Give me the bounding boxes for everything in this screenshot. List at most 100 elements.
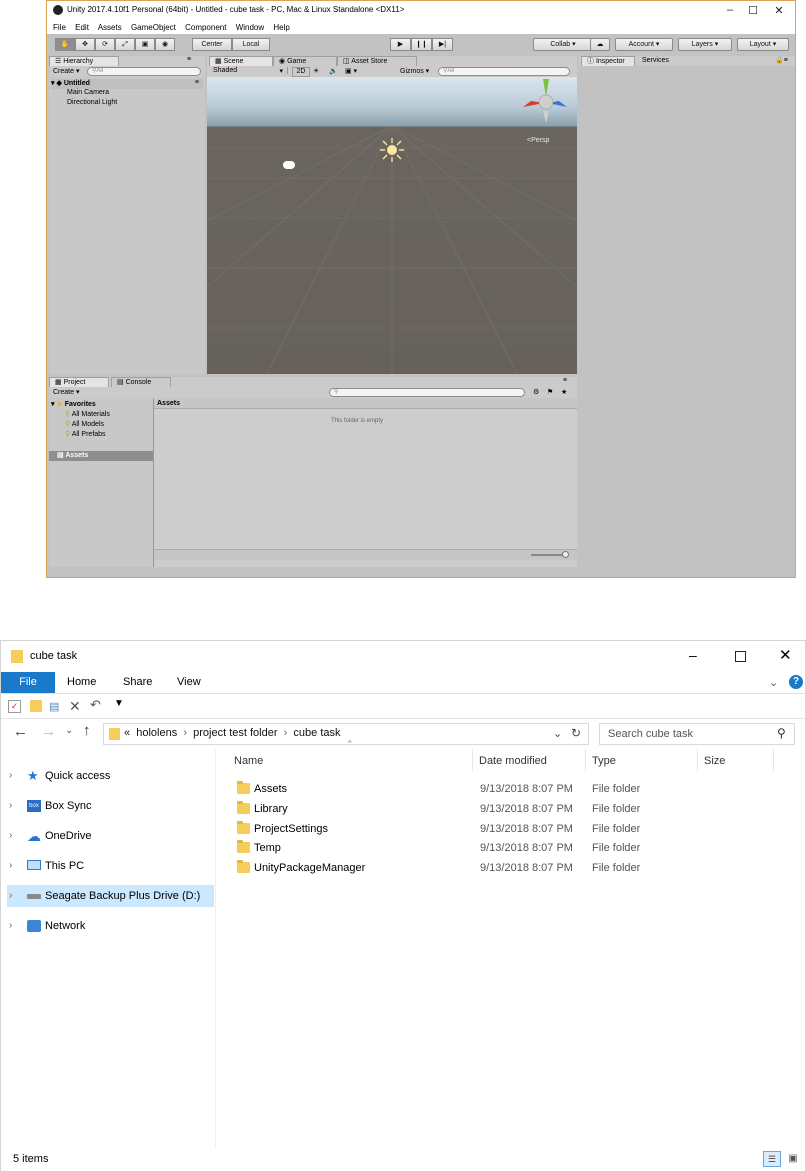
project-create-button[interactable]: Create ▾ (53, 388, 79, 396)
tab-game[interactable]: ◉ Game (273, 56, 337, 66)
explorer-close-icon[interactable]: ✕ (779, 646, 792, 664)
column-divider[interactable] (472, 749, 473, 771)
file-row[interactable]: UnityPackageManager 9/13/2018 8:07 PM Fi… (231, 858, 791, 878)
breadcrumb-overflow[interactable]: « (124, 727, 130, 739)
center-button[interactable]: Center (192, 38, 232, 51)
move-tool-icon[interactable]: ✥ (75, 38, 95, 51)
menu-gameobject[interactable]: GameObject (131, 23, 176, 32)
step-icon[interactable]: ▶| (432, 38, 453, 51)
maximize-icon[interactable]: ☐ (743, 4, 763, 17)
hierarchy-search-input[interactable]: ⚲All (87, 67, 201, 76)
perspective-label[interactable]: <Persp (527, 137, 549, 144)
play-icon[interactable]: ▶ (390, 38, 411, 51)
scale-tool-icon[interactable]: ⤢ (115, 38, 135, 51)
breadcrumb-cube-task[interactable]: cube task (293, 727, 340, 739)
column-header-date-modified[interactable]: Date modified (479, 753, 547, 769)
customize-qat-icon[interactable]: ▼ (114, 698, 124, 709)
back-arrow-icon[interactable]: ← (13, 723, 28, 740)
recent-locations-icon[interactable]: ⌄ (65, 725, 73, 736)
filter-type-icon[interactable]: ⚙ (533, 388, 539, 396)
gizmos-dropdown[interactable]: Gizmos ▾ (400, 67, 429, 75)
project-search-input[interactable]: ⚲ (329, 388, 525, 397)
sidebar-item-onedrive[interactable]: › ☁ OneDrive (7, 825, 214, 847)
favorites-header[interactable]: ▾ ★ Favorites (51, 400, 96, 408)
breadcrumb-project-test-folder[interactable]: project test folder (193, 727, 277, 739)
explorer-minimize-icon[interactable]: – (689, 647, 697, 663)
expand-chevron-icon[interactable]: › (9, 915, 12, 937)
layout-button[interactable]: Layout ▾ (737, 38, 789, 51)
search-input[interactable]: Search cube task ⚲ (599, 723, 795, 745)
account-button[interactable]: Account ▾ (615, 38, 673, 51)
scene-root-item[interactable]: ▾ ◆ Untitled ≡ (51, 79, 203, 89)
light-gizmo-icon[interactable] (379, 137, 405, 163)
scene-audio-icon[interactable]: 🔈 (329, 67, 338, 75)
column-header-size[interactable]: Size (704, 753, 725, 769)
explorer-maximize-icon[interactable] (735, 651, 746, 662)
sidebar-item-this-pc[interactable]: › This PC (7, 855, 214, 877)
breadcrumb-hololens[interactable]: hololens (136, 727, 177, 739)
scene-lighting-icon[interactable]: ☀ (313, 67, 319, 75)
scene-effects-icon[interactable]: ▣ ▾ (345, 67, 357, 75)
up-arrow-icon[interactable]: ↑ (83, 722, 91, 739)
expand-chevron-icon[interactable]: › (9, 795, 12, 817)
scene-search-input[interactable]: ⚲All (438, 67, 570, 76)
menu-edit[interactable]: Edit (75, 23, 89, 32)
search-icon[interactable]: ⚲ (777, 726, 786, 740)
rotate-tool-icon[interactable]: ⟳ (95, 38, 115, 51)
expand-chevron-icon[interactable]: › (9, 825, 12, 847)
ribbon-expand-icon[interactable]: ⌄ (769, 676, 778, 689)
sidebar-item-seagate-drive[interactable]: › Seagate Backup Plus Drive (D:) (7, 885, 214, 907)
hierarchy-create-button[interactable]: Create ▾ (53, 67, 79, 75)
orientation-gizmo-icon[interactable] (523, 79, 569, 127)
file-row[interactable]: Temp 9/13/2018 8:07 PM File folder (231, 838, 791, 858)
tab-asset-store[interactable]: ◫ Asset Store (337, 56, 417, 66)
tab-project[interactable]: ▦ Project (49, 377, 109, 387)
tab-file[interactable]: File (1, 672, 55, 693)
inspector-lock-icon[interactable]: 🔒≡ (775, 56, 788, 64)
tab-inspector[interactable]: ⓘ Inspector (581, 56, 635, 66)
scene-viewport[interactable]: <Persp (207, 77, 577, 374)
tab-share[interactable]: Share (123, 676, 152, 688)
menu-window[interactable]: Window (236, 23, 264, 32)
column-divider[interactable] (585, 749, 586, 771)
address-dropdown-icon[interactable]: ⌄ (553, 727, 562, 740)
sidebar-item-quick-access[interactable]: › ★ Quick access (7, 765, 214, 787)
cloud-icon[interactable]: ☁ (590, 38, 610, 51)
delete-icon[interactable]: ✕ (69, 698, 81, 715)
assets-tree-item[interactable]: ▤ Assets (49, 451, 153, 461)
undo-icon[interactable]: ↶ (90, 697, 101, 713)
properties-icon[interactable]: ✓ (8, 700, 21, 713)
minimize-icon[interactable]: – (720, 4, 740, 16)
expand-chevron-icon[interactable]: › (9, 885, 12, 907)
rect-tool-icon[interactable]: ▣ (135, 38, 155, 51)
tab-home[interactable]: Home (67, 676, 96, 688)
tab-view[interactable]: View (177, 676, 201, 688)
local-button[interactable]: Local (232, 38, 270, 51)
details-view-icon[interactable]: ☰ (763, 1151, 781, 1167)
rename-icon[interactable]: ▤ (49, 700, 59, 713)
column-divider[interactable] (773, 749, 774, 771)
file-row[interactable]: Assets 9/13/2018 8:07 PM File folder (231, 779, 791, 799)
transform-tool-icon[interactable]: ◉ (155, 38, 175, 51)
project-menu-icon[interactable]: ≡ (563, 377, 567, 384)
column-divider[interactable] (697, 749, 698, 771)
icon-size-slider[interactable] (531, 554, 565, 556)
panel-menu-icon[interactable]: ≡ (187, 56, 191, 63)
sidebar-item-network[interactable]: › Network (7, 915, 214, 937)
menu-help[interactable]: Help (273, 23, 289, 32)
favorite-all-materials[interactable]: ⚲ All Materials (65, 410, 110, 418)
filter-label-icon[interactable]: ⚑ (547, 388, 553, 396)
close-icon[interactable]: ✕ (769, 4, 789, 17)
new-folder-icon[interactable] (30, 700, 42, 712)
sidebar-item-box-sync[interactable]: › box Box Sync (7, 795, 214, 817)
forward-arrow-icon[interactable]: → (41, 723, 56, 740)
layers-button[interactable]: Layers ▾ (678, 38, 732, 51)
favorite-all-prefabs[interactable]: ⚲ All Prefabs (65, 430, 106, 438)
menu-assets[interactable]: Assets (98, 23, 122, 32)
expand-chevron-icon[interactable]: › (9, 765, 12, 787)
tab-scene[interactable]: ▦ Scene (209, 56, 273, 66)
refresh-icon[interactable]: ↻ (571, 726, 581, 740)
icon-size-slider-handle[interactable] (562, 551, 569, 558)
file-row[interactable]: Library 9/13/2018 8:07 PM File folder (231, 799, 791, 819)
camera-gizmo-icon[interactable] (283, 161, 295, 169)
